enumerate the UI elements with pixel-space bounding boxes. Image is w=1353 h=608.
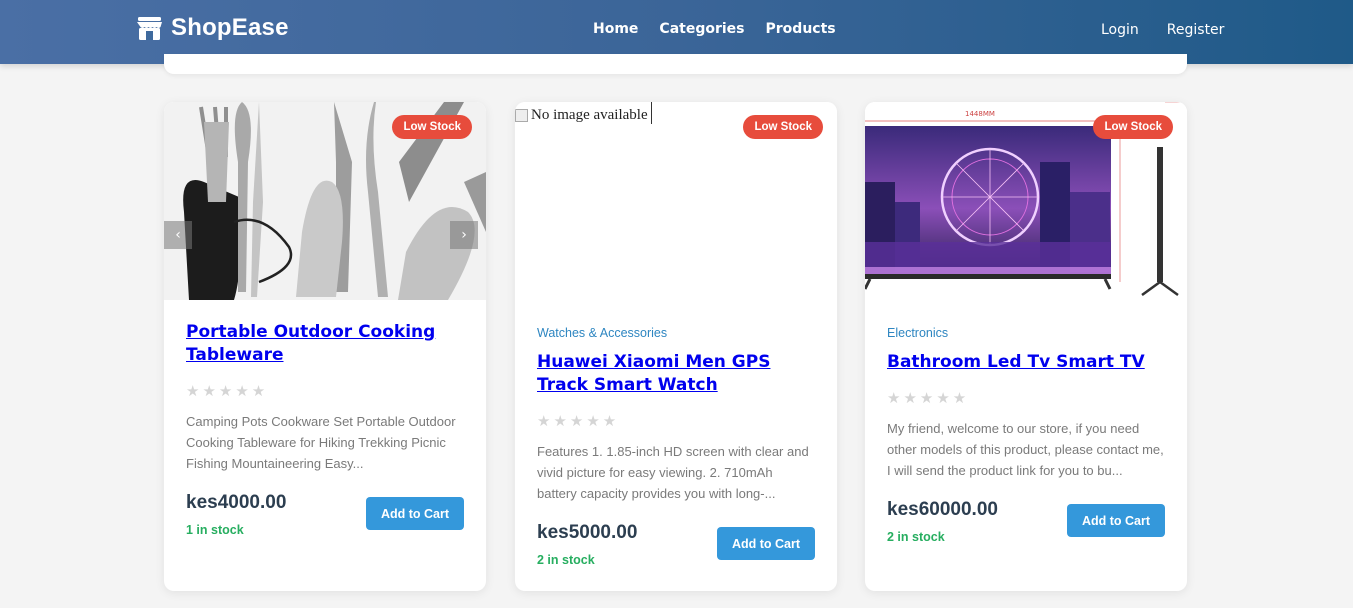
- tv-dimension-label: 1448MM: [965, 110, 995, 118]
- add-to-cart-button[interactable]: Add to Cart: [717, 527, 815, 560]
- product-info: Electronics Bathroom Led Tv Smart TV ★★★…: [887, 326, 1165, 481]
- carousel-next-button[interactable]: ›: [450, 221, 478, 249]
- brand-name: ShopEase: [171, 14, 289, 41]
- product-card: Low Stock ‹ › Portable Outdoor Cooking T…: [164, 102, 486, 591]
- nav-products[interactable]: Products: [766, 21, 836, 37]
- broken-image-icon: [515, 109, 528, 122]
- rating-stars: ★★★★★: [186, 382, 269, 400]
- add-to-cart-button[interactable]: Add to Cart: [1067, 504, 1165, 537]
- product-footer: kes4000.00 1 in stock Add to Cart: [186, 492, 464, 537]
- low-stock-badge: Low Stock: [392, 115, 472, 139]
- auth-links: Login Register: [1101, 22, 1224, 38]
- low-stock-badge: Low Stock: [743, 115, 823, 139]
- filter-bar-edge: [164, 54, 1187, 74]
- product-info: Portable Outdoor Cooking Tableware ★★★★★…: [186, 310, 464, 474]
- product-footer: kes60000.00 2 in stock Add to Cart: [887, 499, 1165, 544]
- product-title-link[interactable]: Huawei Xiaomi Men GPS Track Smart Watch: [537, 351, 815, 397]
- text-caret: [651, 102, 652, 124]
- product-title-link[interactable]: Portable Outdoor Cooking Tableware: [186, 321, 464, 367]
- broken-image-placeholder: No image available: [515, 107, 648, 124]
- add-to-cart-button[interactable]: Add to Cart: [366, 497, 464, 530]
- product-title-link[interactable]: Bathroom Led Tv Smart TV: [887, 351, 1165, 374]
- product-category: Watches & Accessories: [537, 326, 668, 340]
- login-link[interactable]: Login: [1101, 22, 1139, 38]
- product-description: Features 1. 1.85-inch HD screen with cle…: [537, 444, 809, 501]
- product-info: Watches & Accessories Huawei Xiaomi Men …: [537, 326, 815, 504]
- rating-stars: ★★★★★: [887, 389, 970, 407]
- product-image-carousel: Low Stock ‹ ›: [164, 102, 486, 300]
- image-alt-text: No image available: [531, 107, 648, 123]
- product-category: Electronics: [887, 326, 949, 340]
- product-image: 1448MM Low Stock: [865, 102, 1187, 300]
- nav-home[interactable]: Home: [593, 21, 638, 37]
- brand-logo[interactable]: ShopEase: [136, 14, 289, 42]
- register-link[interactable]: Register: [1167, 22, 1225, 38]
- low-stock-badge: Low Stock: [1093, 115, 1173, 139]
- rating-stars: ★★★★★: [537, 412, 620, 430]
- product-card: No image available Low Stock Watches & A…: [515, 102, 837, 591]
- store-icon: [136, 14, 163, 42]
- product-image: No image available Low Stock: [515, 102, 837, 300]
- product-description: Camping Pots Cookware Set Portable Outdo…: [186, 414, 456, 471]
- main-nav: Home Categories Products: [593, 21, 836, 37]
- product-card: 1448MM Low Stock Electronics Bathroom Le…: [865, 102, 1187, 591]
- carousel-prev-button[interactable]: ‹: [164, 221, 192, 249]
- nav-categories[interactable]: Categories: [659, 21, 744, 37]
- product-description: My friend, welcome to our store, if you …: [887, 421, 1164, 478]
- product-footer: kes5000.00 2 in stock Add to Cart: [537, 522, 815, 567]
